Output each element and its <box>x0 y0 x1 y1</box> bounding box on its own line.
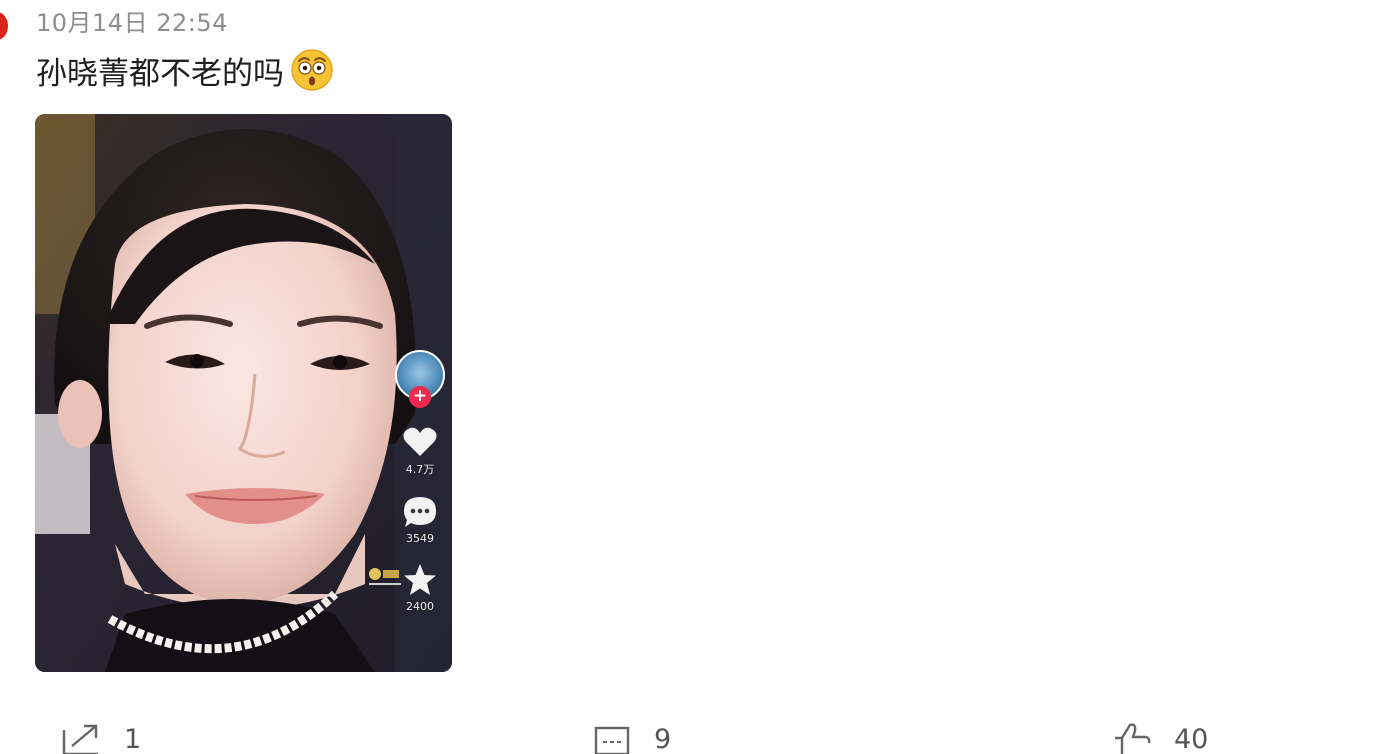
video-like-count: 4.7万 <box>405 463 435 476</box>
post-text-row: 孙晓菁都不老的吗 <box>36 46 334 94</box>
share-button[interactable]: 1 <box>62 722 141 754</box>
like-count: 40 <box>1174 723 1209 754</box>
author-avatar[interactable] <box>0 12 8 40</box>
video-like-action[interactable]: 4.7万 <box>402 426 438 477</box>
video-action-bar: + 4.7万 3549 2400 <box>392 350 448 613</box>
video-comment-count: 3549 <box>406 532 434 545</box>
heart-icon <box>403 427 437 456</box>
share-icon <box>62 724 98 754</box>
share-count: 1 <box>124 723 142 754</box>
star-icon <box>404 564 436 595</box>
like-button[interactable]: 40 <box>1112 722 1208 754</box>
thumbs-up-icon <box>1115 723 1151 754</box>
video-comment-action[interactable]: 3549 <box>402 495 438 545</box>
video-favorite-count: 2400 <box>406 600 434 613</box>
comment-bubble-icon <box>404 497 436 527</box>
follow-button[interactable]: + <box>409 386 431 408</box>
comment-button[interactable]: 9 <box>594 722 671 754</box>
comment-icon <box>594 726 630 754</box>
post-action-footer: 1 9 40 <box>0 722 1390 754</box>
comment-count: 9 <box>654 723 672 754</box>
post-text: 孙晓菁都不老的吗 <box>36 55 284 92</box>
post-timestamp[interactable]: 10月14日 22:54 <box>36 3 228 38</box>
video-favorite-action[interactable]: 2400 <box>402 563 438 613</box>
portrait-photo <box>35 114 452 672</box>
creator-avatar[interactable]: + <box>395 350 445 408</box>
astonished-face-emoji-icon <box>290 48 334 92</box>
video-thumbnail[interactable]: + 4.7万 3549 2400 <box>35 114 452 672</box>
